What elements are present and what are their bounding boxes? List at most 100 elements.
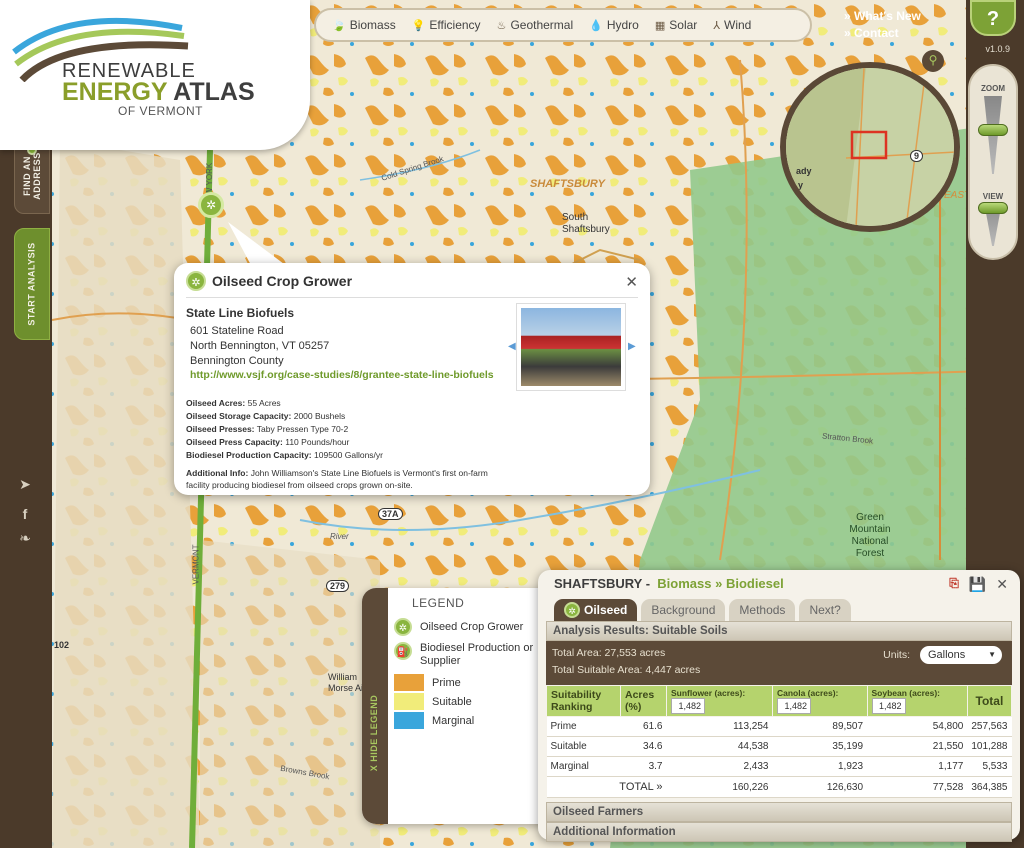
- results-summary: Total Area: 27,553 acres Total Suitable …: [546, 641, 1012, 685]
- tab-next[interactable]: Next?: [799, 599, 851, 621]
- cell-pct: 3.7: [620, 756, 667, 777]
- whats-new-link[interactable]: » What's New: [844, 8, 921, 25]
- cell-label: Marginal: [546, 756, 621, 777]
- map-label-vermont: VERMONT: [191, 544, 201, 585]
- nav-wind[interactable]: ⅄ Wind: [707, 18, 757, 32]
- stat-row: Oilseed Storage Capacity: 2000 Bushels: [186, 411, 346, 421]
- oilseed-farmers-section[interactable]: Oilseed Farmers: [546, 802, 1012, 822]
- panel-title: SHAFTSBURY - Biomass » Biodiesel: [554, 576, 784, 591]
- start-analysis-tab[interactable]: START ANALYSIS: [14, 228, 50, 340]
- contact-link[interactable]: » Contact: [844, 25, 921, 42]
- prev-photo-icon[interactable]: ◀: [508, 341, 516, 352]
- cell-can: 89,507: [772, 716, 868, 737]
- table-row: Suitable 34.6 44,538 35,199 21,550 101,288: [546, 736, 1012, 757]
- save-icon[interactable]: 💾: [969, 576, 986, 593]
- tab-methods[interactable]: Methods: [729, 599, 796, 621]
- nav-geothermal[interactable]: ♨ Geothermal: [491, 18, 580, 32]
- location-popup: ✲ Oilseed Crop Grower ✕ State Line Biofu…: [174, 263, 650, 495]
- close-icon[interactable]: ✕: [625, 273, 638, 291]
- table-row: Marginal 3.7 2,433 1,923 1,177 5,533: [546, 756, 1012, 777]
- soybean-yield-input[interactable]: 1,482: [871, 698, 906, 714]
- cell-total: 257,563: [967, 716, 1012, 737]
- nav-label: Geothermal: [510, 18, 574, 32]
- map-label-south-shaftsbury: South Shaftsbury: [562, 212, 610, 235]
- hide-legend-label: X HIDE LEGEND: [369, 694, 379, 772]
- canola-yield-input[interactable]: 1,482: [776, 698, 811, 714]
- stat-row: Biodiesel Production Capacity: 109500 Ga…: [186, 450, 384, 460]
- twitter-icon[interactable]: ❧: [16, 530, 34, 548]
- cell-sun: 113,254: [666, 716, 773, 737]
- leaf-icon: 🍃: [332, 19, 346, 32]
- zoom-slider-handle[interactable]: [978, 124, 1008, 136]
- oilseed-grower-icon: ✲: [394, 618, 412, 636]
- map-marker-oilseed[interactable]: ✲: [198, 192, 224, 218]
- cell-label: Prime: [546, 716, 621, 737]
- share-icon[interactable]: ➤: [16, 476, 34, 494]
- legend-item-biodiesel: ⛽ Biodiesel Production or Supplier: [394, 642, 540, 668]
- version-label: v1.0.9: [985, 44, 1010, 54]
- overview-label-ady: ady: [796, 166, 812, 176]
- oilseed-pin-icon: ✲: [186, 271, 206, 291]
- sunflower-yield-input[interactable]: 1,482: [671, 698, 705, 714]
- legend-item-suitable: Suitable: [394, 693, 472, 710]
- map-label-forest: Green Mountain National Forest: [849, 512, 891, 559]
- facebook-icon[interactable]: f: [16, 506, 34, 524]
- hide-legend-button[interactable]: X HIDE LEGEND: [362, 588, 388, 824]
- suitable-area: Total Suitable Area: 4,447 acres: [552, 664, 701, 676]
- legend-title: LEGEND: [412, 596, 465, 610]
- overview-label-y: y: [798, 180, 804, 190]
- nav-biomass[interactable]: 🍃 Biomass: [326, 18, 402, 32]
- start-analysis-label: START ANALYSIS: [27, 242, 37, 326]
- next-photo-icon[interactable]: ▶: [628, 341, 636, 352]
- stat-row: Oilseed Presses: Taby Pressen Type 70-2: [186, 424, 349, 434]
- tab-background[interactable]: Background: [641, 599, 726, 621]
- col-acres: Acres (%): [620, 685, 667, 717]
- tab-oilseed[interactable]: ✲ Oilseed: [554, 599, 638, 621]
- legend-item-marginal: Marginal: [394, 712, 474, 729]
- nav-efficiency[interactable]: 💡 Efficiency: [406, 18, 487, 32]
- table-row: Prime 61.6 113,254 89,507 54,800 257,563: [546, 716, 1012, 737]
- additional-info-section[interactable]: Additional Information: [546, 822, 1012, 842]
- cell-pct: 34.6: [620, 736, 667, 757]
- nav-hydro[interactable]: 💧 Hydro: [583, 18, 645, 32]
- suitable-swatch: [394, 693, 424, 710]
- nav-solar[interactable]: ▦ Solar: [649, 18, 703, 32]
- zoom-label: ZOOM: [981, 84, 1005, 93]
- solar-panel-icon: ▦: [654, 19, 666, 32]
- cell-total: 101,288: [967, 736, 1012, 757]
- legend-panel: X HIDE LEGEND LEGEND ✲ Oilseed Crop Grow…: [362, 588, 556, 824]
- farm-photo[interactable]: [521, 308, 621, 386]
- route-102-label: 102: [54, 640, 70, 650]
- view-label: VIEW: [982, 192, 1004, 201]
- view-slider-handle[interactable]: [978, 202, 1008, 214]
- help-button[interactable]: ?: [970, 0, 1016, 36]
- col-canola: Canola (acres): 1,482: [771, 685, 868, 717]
- drop-icon: 💧: [589, 19, 603, 32]
- logo-text-vermont: OF VERMONT: [118, 104, 203, 118]
- close-icon[interactable]: ✕: [996, 576, 1008, 593]
- cell-soy: 21,550: [867, 736, 968, 757]
- col-ranking: Suitability Ranking: [546, 685, 621, 717]
- cell-can: 35,199: [772, 736, 868, 757]
- total-label: TOTAL »: [546, 776, 667, 798]
- nav-label: Efficiency: [429, 18, 481, 32]
- photo-frame: [516, 303, 626, 391]
- total-total: 364,385: [967, 776, 1012, 798]
- oilseed-tab-icon: ✲: [564, 602, 580, 618]
- col-total: Total: [966, 685, 1013, 717]
- cell-soy: 1,177: [867, 756, 968, 777]
- popup-header: ✲ Oilseed Crop Grower: [186, 271, 638, 298]
- units-select[interactable]: Gallons: [920, 646, 1002, 664]
- pdf-icon[interactable]: ⎘: [949, 576, 959, 593]
- biodiesel-supplier-icon: ⛽: [394, 642, 412, 660]
- overview-map[interactable]: 9 ady y: [780, 62, 960, 232]
- cell-total: 5,533: [967, 756, 1012, 777]
- panel-tabs: ✲ Oilseed Background Methods Next?: [546, 599, 1012, 621]
- results-section-header[interactable]: Analysis Results: Suitable Soils: [546, 621, 1012, 641]
- cell-label: Suitable: [546, 736, 621, 757]
- find-address-label: FIND AN ADDRESS: [22, 152, 42, 200]
- overview-search-icon[interactable]: ⚲: [922, 50, 944, 72]
- total-sun: 160,226: [666, 776, 773, 798]
- app-logo[interactable]: RENEWABLE ENERGY ATLAS OF VERMONT: [0, 0, 310, 150]
- logo-text-energy-atlas: ENERGY ATLAS: [62, 78, 255, 106]
